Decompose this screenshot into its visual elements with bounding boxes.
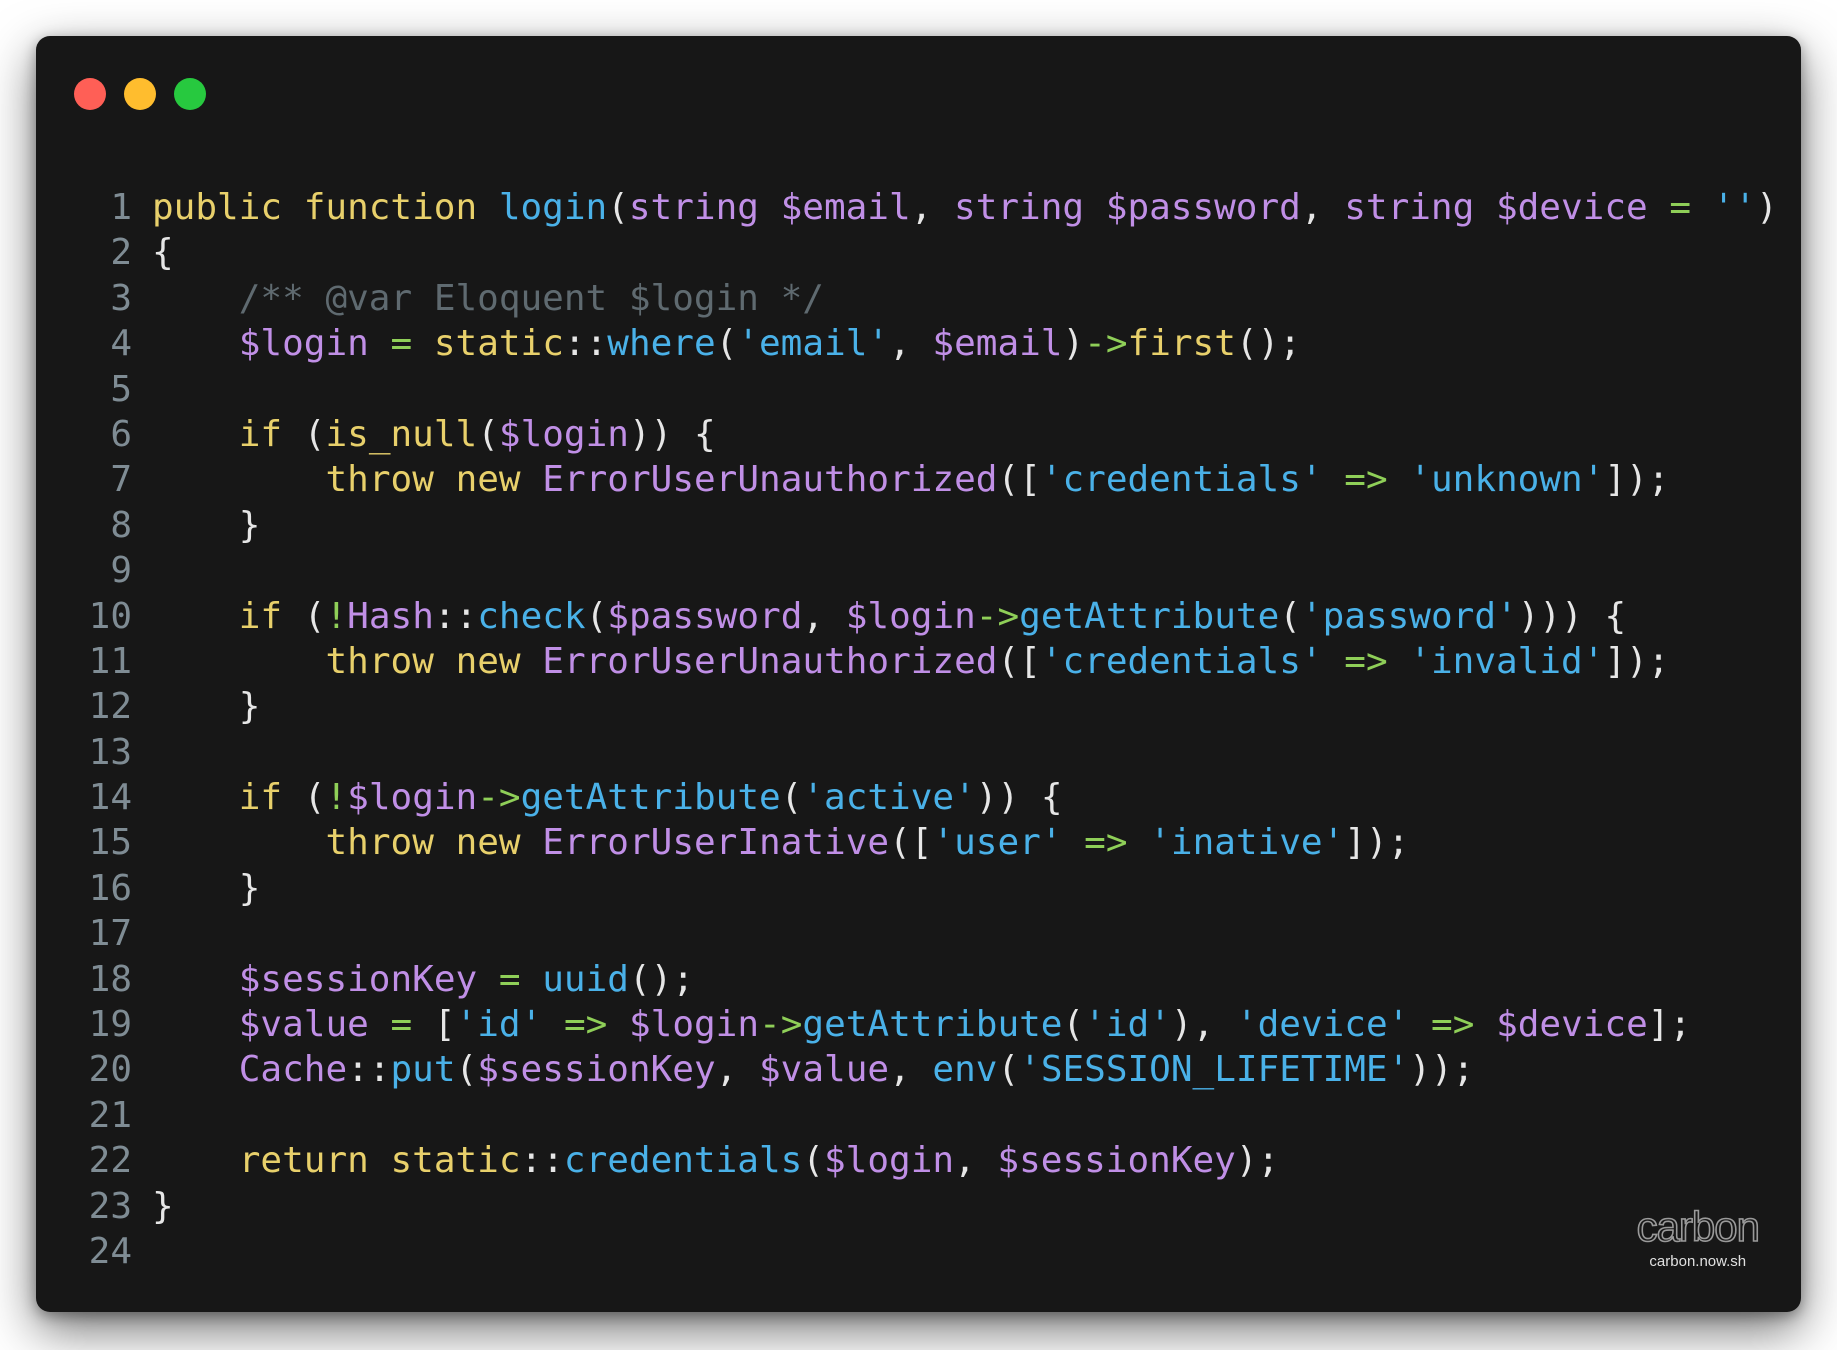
code-window: 1 public function login(string $email, st… bbox=[36, 36, 1801, 1312]
code-line: 21 bbox=[36, 1093, 1778, 1138]
code-line: 15 throw new ErrorUserInative(['user' =>… bbox=[36, 820, 1778, 865]
line-number: 14 bbox=[88, 777, 132, 819]
code-line: 18 $sessionKey = uuid(); bbox=[36, 957, 1778, 1002]
code-line: 5 bbox=[36, 367, 1778, 412]
code-text: } bbox=[152, 1185, 174, 1227]
code-text: $login = static::where('email', $email)-… bbox=[238, 323, 1301, 365]
code-text: Cache::put($sessionKey, $value, env('SES… bbox=[238, 1049, 1475, 1091]
line-number: 3 bbox=[110, 277, 132, 319]
close-button[interactable] bbox=[74, 78, 106, 110]
code-text: public function login(string $email, str… bbox=[152, 187, 1778, 228]
line-number: 21 bbox=[88, 1094, 132, 1136]
code-line: 3 /** @var Eloquent $login */ bbox=[36, 276, 1778, 321]
code-text: if (is_null($login)) { bbox=[238, 413, 716, 455]
line-number: 2 bbox=[110, 232, 132, 274]
code-line: 16 } bbox=[36, 866, 1778, 911]
code-line: 17 bbox=[36, 911, 1778, 956]
code-line: 1 public function login(string $email, st… bbox=[36, 185, 1778, 230]
code-line: 8 } bbox=[36, 503, 1778, 548]
zoom-button[interactable] bbox=[174, 78, 206, 110]
line-number: 22 bbox=[88, 1140, 132, 1182]
line-number: 18 bbox=[88, 958, 132, 1000]
code-line: 11 throw new ErrorUserUnauthorized(['cre… bbox=[36, 639, 1778, 684]
code-text: } bbox=[238, 686, 261, 728]
code-line: 13 bbox=[36, 730, 1778, 775]
line-number: 12 bbox=[88, 686, 132, 728]
code-block: 1 public function login(string $email, st… bbox=[36, 185, 1778, 1274]
code-text: /** @var Eloquent $login */ bbox=[238, 277, 824, 319]
line-number: 23 bbox=[88, 1185, 132, 1227]
line-number: 10 bbox=[88, 595, 132, 637]
code-text: return static::credentials($login, $sess… bbox=[238, 1140, 1280, 1182]
code-text: $value = ['id' => $login->getAttribute('… bbox=[238, 1004, 1692, 1046]
line-number: 15 bbox=[88, 822, 132, 864]
carbon-url: carbon.now.sh bbox=[1649, 1253, 1747, 1270]
line-number: 8 bbox=[110, 504, 132, 546]
line-number: 20 bbox=[88, 1049, 132, 1091]
code-line: 4 $login = static::where('email', $email… bbox=[36, 321, 1778, 366]
line-number: 9 bbox=[110, 550, 132, 592]
code-line: 12 } bbox=[36, 684, 1778, 729]
code-text: { bbox=[152, 232, 174, 274]
code-line: 22 return static::credentials($login, $s… bbox=[36, 1138, 1778, 1183]
minimize-button[interactable] bbox=[124, 78, 156, 110]
code-text: throw new ErrorUserInative(['user' => 'i… bbox=[325, 822, 1410, 864]
code-line: 20 Cache::put($sessionKey, $value, env('… bbox=[36, 1047, 1778, 1092]
line-number: 6 bbox=[110, 413, 132, 455]
line-number: 17 bbox=[88, 913, 132, 955]
carbon-logo: carbon bbox=[1636, 1203, 1761, 1250]
line-number: 7 bbox=[110, 459, 132, 501]
line-number: 24 bbox=[88, 1230, 132, 1272]
code-line: 23} bbox=[36, 1184, 1778, 1229]
code-text: throw new ErrorUserUnauthorized(['creden… bbox=[325, 459, 1670, 501]
code-line: 2{ bbox=[36, 230, 1778, 275]
code-line: 9 bbox=[36, 548, 1778, 593]
code-text: } bbox=[238, 867, 261, 909]
code-text: if (!$login->getAttribute('active')) { bbox=[238, 777, 1063, 819]
line-number: 1 bbox=[110, 187, 132, 228]
code-text: if (!Hash::check($password, $login->getA… bbox=[238, 595, 1627, 637]
line-number: 5 bbox=[110, 368, 132, 410]
code-line: 6 if (is_null($login)) { bbox=[36, 412, 1778, 457]
code-line: 19 $value = ['id' => $login->getAttribut… bbox=[36, 1002, 1778, 1047]
line-number: 19 bbox=[88, 1004, 132, 1046]
code-text: throw new ErrorUserUnauthorized(['creden… bbox=[325, 640, 1670, 682]
line-number: 11 bbox=[88, 640, 132, 682]
line-number: 16 bbox=[88, 867, 132, 909]
code-text: } bbox=[238, 504, 261, 546]
code-line: 7 throw new ErrorUserUnauthorized(['cred… bbox=[36, 457, 1778, 502]
line-number: 13 bbox=[88, 731, 132, 773]
code-line: 10 if (!Hash::check($password, $login->g… bbox=[36, 594, 1778, 639]
line-number: 4 bbox=[110, 323, 132, 365]
code-line: 24 bbox=[36, 1229, 1778, 1274]
code-text: $sessionKey = uuid(); bbox=[238, 958, 694, 1000]
code-line: 14 if (!$login->getAttribute('active')) … bbox=[36, 775, 1778, 820]
carbon-watermark: carbon carbon.now.sh bbox=[1636, 1203, 1761, 1270]
